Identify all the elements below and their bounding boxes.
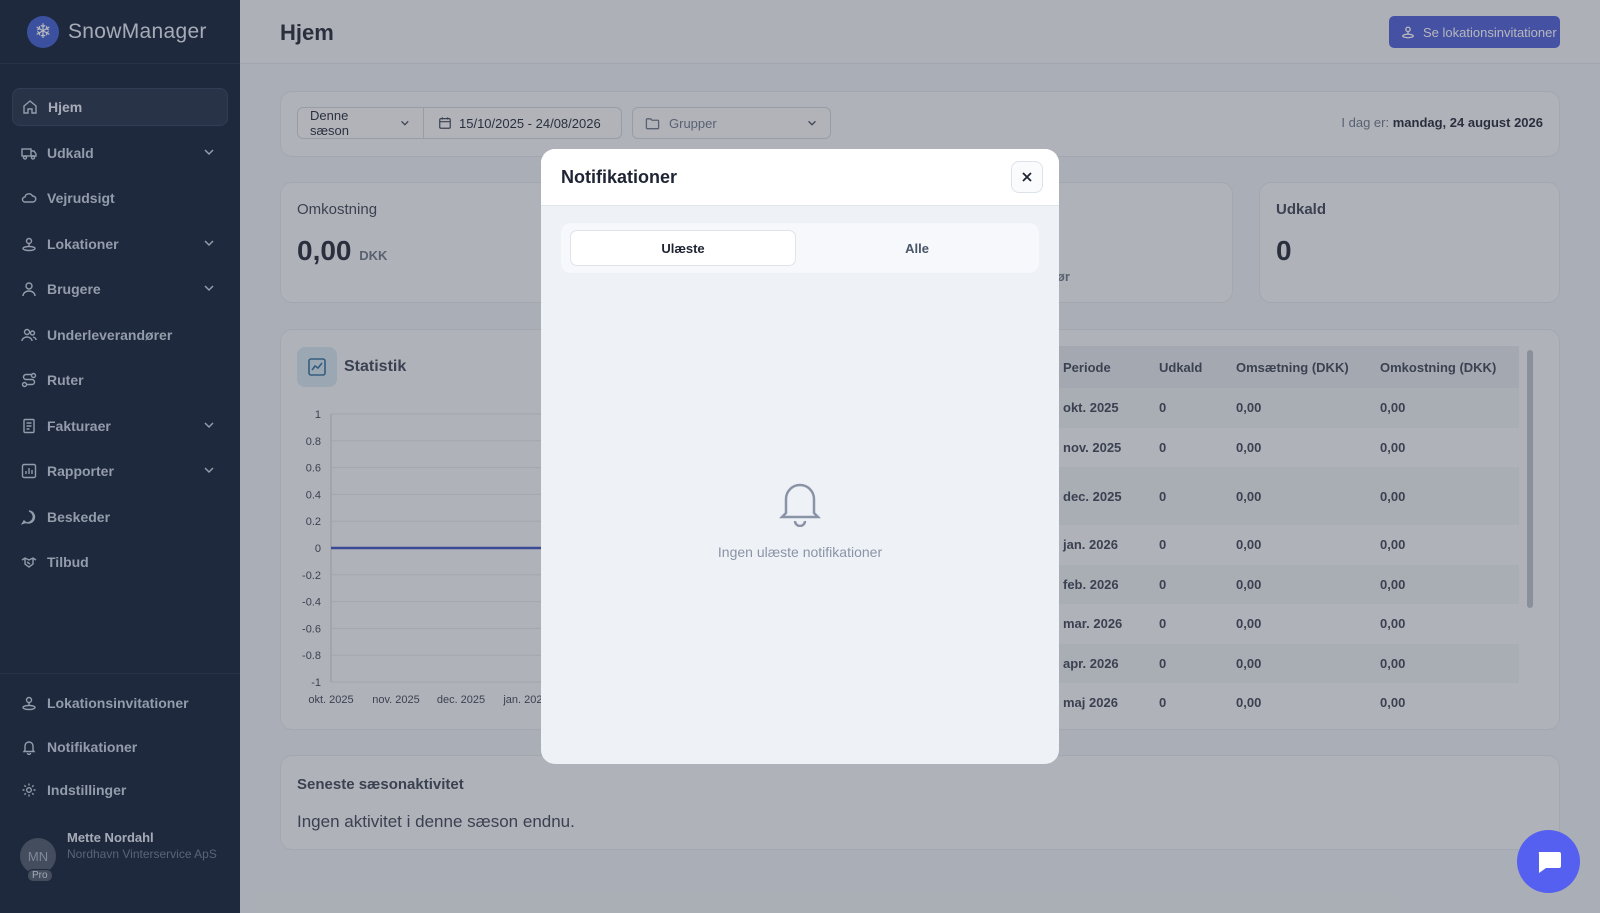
close-icon xyxy=(1022,172,1032,182)
modal-title: Notifikationer xyxy=(561,167,678,187)
modal-header: Notifikationer xyxy=(541,149,1059,206)
empty-state-text: Ingen ulæste notifikationer xyxy=(717,544,883,560)
chat-bubble-icon xyxy=(1538,851,1561,873)
close-button[interactable] xyxy=(1011,161,1043,193)
bell-icon xyxy=(778,483,822,528)
tab-unread[interactable]: Ulæste xyxy=(570,230,796,266)
notifications-modal: Notifikationer Ulæste Alle Ingen ulæste … xyxy=(541,149,1059,764)
notification-tabs: Ulæste Alle xyxy=(561,223,1039,273)
chat-button[interactable] xyxy=(1517,830,1580,893)
empty-state: Ingen ulæste notifikationer xyxy=(541,479,1059,560)
tab-all[interactable]: Alle xyxy=(804,230,1030,266)
